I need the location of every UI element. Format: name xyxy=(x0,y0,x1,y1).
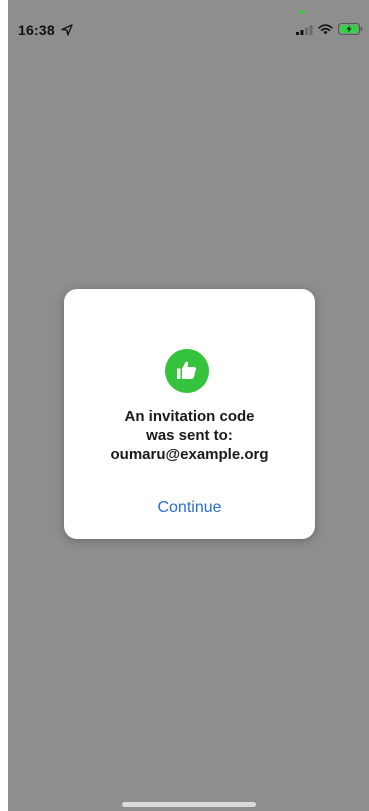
continue-button[interactable]: Continue xyxy=(124,495,255,521)
dialog-message: An invitation code was sent to: oumaru@e… xyxy=(64,407,315,464)
dialog-message-email: oumaru@example.org xyxy=(110,446,269,463)
home-indicator[interactable] xyxy=(122,802,256,807)
thumbs-up-icon xyxy=(165,349,209,393)
invitation-sent-dialog: An invitation code was sent to: oumaru@e… xyxy=(64,289,315,539)
app-screen: 16:38 An invitation code was sent to: ou… xyxy=(8,0,369,811)
battery-charging-icon xyxy=(338,23,363,35)
location-arrow-icon xyxy=(61,24,73,36)
cellular-signal-icon xyxy=(296,24,313,35)
dialog-message-line: was sent to: xyxy=(146,427,233,444)
status-icons xyxy=(296,22,363,36)
wifi-icon xyxy=(318,23,333,34)
status-time: 16:38 xyxy=(18,22,55,38)
recording-indicator-dot xyxy=(300,10,304,14)
dialog-message-line: An invitation code xyxy=(124,408,255,425)
status-bar: 16:38 xyxy=(8,0,369,44)
